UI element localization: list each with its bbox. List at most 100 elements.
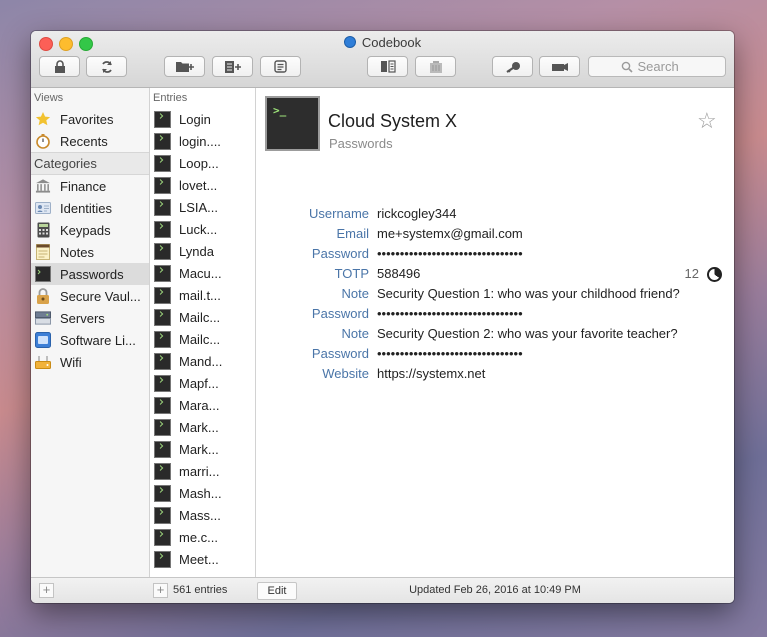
- list-item[interactable]: Mand...: [150, 350, 255, 372]
- sidebar-item-recents[interactable]: Recents: [31, 130, 149, 152]
- list-item[interactable]: Login: [150, 108, 255, 130]
- field-value[interactable]: ••••••••••••••••••••••••••••••••: [377, 304, 523, 324]
- add-entry-footer-button[interactable]: +: [153, 583, 168, 598]
- field-note[interactable]: Note Security Question 1: who was your ch…: [256, 284, 734, 304]
- field-note[interactable]: Note Security Question 2: who was your fa…: [256, 324, 734, 344]
- terminal-icon: [35, 266, 51, 282]
- camera-button[interactable]: [539, 56, 580, 77]
- list-item[interactable]: Meet...: [150, 548, 255, 570]
- sidebar-item-keypads[interactable]: Keypads: [31, 219, 149, 241]
- detail-pane: >_ Cloud System X Passwords ☆ Username ri…: [256, 88, 734, 577]
- list-item[interactable]: Mapf...: [150, 372, 255, 394]
- categories-header: Categories: [31, 152, 149, 175]
- note-button[interactable]: [260, 56, 301, 77]
- field-value[interactable]: ••••••••••••••••••••••••••••••••: [377, 244, 523, 264]
- add-folder-button[interactable]: [164, 56, 205, 77]
- terminal-icon: [154, 528, 171, 546]
- field-value[interactable]: Security Question 1: who was your childh…: [377, 284, 680, 304]
- padlock-icon: [35, 288, 51, 304]
- search-field[interactable]: [588, 56, 726, 77]
- entry-label: login....: [179, 133, 221, 149]
- favorite-star-icon[interactable]: ☆: [697, 108, 717, 134]
- key-button[interactable]: [492, 56, 533, 77]
- sidebar-item-servers[interactable]: Servers: [31, 307, 149, 329]
- calculator-icon: [35, 222, 51, 238]
- sidebar-item-secure-vault[interactable]: Secure Vaul...: [31, 285, 149, 307]
- search-input[interactable]: [637, 59, 694, 74]
- totp-seconds: 12: [684, 266, 699, 281]
- split-view-button[interactable]: [367, 56, 408, 77]
- list-item[interactable]: Mark...: [150, 416, 255, 438]
- field-label: TOTP: [334, 266, 369, 281]
- item-title: Cloud System X: [328, 111, 458, 131]
- id-card-icon: [35, 200, 51, 216]
- sidebar-item-favorites[interactable]: Favorites: [31, 108, 149, 130]
- list-item[interactable]: marri...: [150, 460, 255, 482]
- trash-button[interactable]: [415, 56, 456, 77]
- field-value[interactable]: https://systemx.net: [377, 364, 485, 384]
- sidebar-item-finance[interactable]: Finance: [31, 175, 149, 197]
- star-icon: [35, 111, 51, 127]
- list-item[interactable]: Loop...: [150, 152, 255, 174]
- list-item[interactable]: Luck...: [150, 218, 255, 240]
- list-item[interactable]: me.c...: [150, 526, 255, 548]
- sidebar-item-passwords[interactable]: Passwords: [31, 263, 149, 285]
- field-value[interactable]: rickcogley344: [377, 204, 457, 224]
- sidebar-item-software-licenses[interactable]: Software Li...: [31, 329, 149, 351]
- list-item[interactable]: Mass...: [150, 504, 255, 526]
- list-item[interactable]: Mark...: [150, 438, 255, 460]
- entry-label: Mash...: [179, 485, 222, 501]
- list-item[interactable]: Mailc...: [150, 328, 255, 350]
- field-website[interactable]: Website https://systemx.net: [256, 364, 734, 384]
- list-item[interactable]: Mailc...: [150, 306, 255, 328]
- terminal-icon: [154, 484, 171, 502]
- list-item[interactable]: lovet...: [150, 174, 255, 196]
- app-window: Codebook Search Views Favorites Recents …: [31, 31, 734, 603]
- entry-label: Lynda: [179, 243, 214, 259]
- list-item[interactable]: Mash...: [150, 482, 255, 504]
- field-value[interactable]: me+systemx@gmail.com: [377, 224, 523, 244]
- field-value[interactable]: 588496: [377, 264, 420, 284]
- lock-button[interactable]: [39, 56, 80, 77]
- sidebar-item-label: Finance: [60, 178, 107, 194]
- sync-button[interactable]: [86, 56, 127, 77]
- terminal-icon: [154, 352, 171, 370]
- entry-label: Mark...: [179, 419, 219, 435]
- entry-label: Mark...: [179, 441, 219, 457]
- sidebar-item-notes[interactable]: Notes: [31, 241, 149, 263]
- field-label: Password: [311, 346, 369, 361]
- field-value[interactable]: ••••••••••••••••••••••••••••••••: [377, 344, 523, 364]
- server-icon: [35, 310, 51, 326]
- field-value[interactable]: Security Question 2: who was your favori…: [377, 324, 678, 344]
- sidebar-item-wifi[interactable]: Wifi: [31, 351, 149, 373]
- terminal-icon: [154, 462, 171, 480]
- field-email[interactable]: Email me+systemx@gmail.com: [256, 224, 734, 244]
- field-label: Email: [336, 226, 369, 241]
- list-item[interactable]: mail.t...: [150, 284, 255, 306]
- field-label: Note: [341, 286, 369, 301]
- field-password[interactable]: Password ••••••••••••••••••••••••••••••••: [256, 344, 734, 364]
- entry-label: Mara...: [179, 397, 220, 413]
- list-item[interactable]: login....: [150, 130, 255, 152]
- notepad-icon: [35, 244, 51, 260]
- entry-label: Mand...: [179, 353, 223, 369]
- entry-label: LSIA...: [179, 199, 219, 215]
- note-icon: [274, 60, 287, 73]
- entry-label: Mailc...: [179, 309, 221, 325]
- field-password[interactable]: Password ••••••••••••••••••••••••••••••••: [256, 244, 734, 264]
- terminal-icon: [154, 506, 171, 524]
- field-username[interactable]: Username rickcogley344: [256, 204, 734, 224]
- terminal-icon: [154, 374, 171, 392]
- field-totp[interactable]: TOTP 588496 12: [256, 264, 734, 284]
- add-entry-button[interactable]: [212, 56, 253, 77]
- add-category-button[interactable]: +: [39, 583, 54, 598]
- sidebar-item-identities[interactable]: Identities: [31, 197, 149, 219]
- key-icon: [505, 61, 520, 73]
- list-item[interactable]: Mara...: [150, 394, 255, 416]
- list-item[interactable]: Macu...: [150, 262, 255, 284]
- list-item[interactable]: LSIA...: [150, 196, 255, 218]
- field-password[interactable]: Password ••••••••••••••••••••••••••••••••: [256, 304, 734, 324]
- list-item[interactable]: Lynda: [150, 240, 255, 262]
- timer-icon: [707, 266, 722, 282]
- window-title-text: Codebook: [361, 35, 422, 50]
